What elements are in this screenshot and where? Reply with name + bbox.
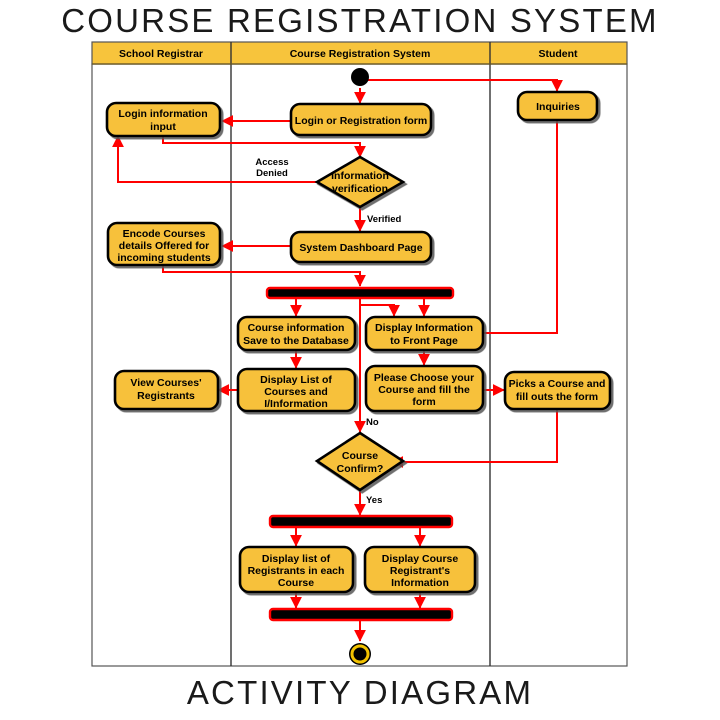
lane-label-school-registrar: School Registrar (119, 48, 203, 60)
node-label-encode-courses-2: details Offered for (119, 240, 209, 252)
node-label-login-information-input-2: input (150, 121, 176, 133)
node-label-login-information-input-1: Login information (118, 108, 207, 120)
node-label-inquiries: Inquiries (536, 101, 580, 113)
node-label-display-list-registrants-3: Course (278, 577, 314, 589)
node-label-display-registrant-info-2: Registrant's (390, 565, 450, 577)
node-label-view-registrants-1: View Courses' (130, 377, 201, 389)
guard-verified: Verified (367, 214, 402, 225)
node-label-picks-course-1: Picks a Course and (509, 378, 606, 390)
node-label-picks-course-2: fill outs the form (516, 391, 598, 403)
node-label-login-or-registration-form: Login or Registration form (295, 115, 427, 127)
node-label-encode-courses-1: Encode Courses (123, 228, 206, 240)
join-bar (268, 607, 454, 622)
guard-yes: Yes (366, 495, 382, 506)
node-login-or-registration-form[interactable]: Login or Registration form (289, 102, 433, 137)
node-display-list-registrants-each-course[interactable]: Display list of Registrants in each Cour… (238, 545, 355, 594)
node-course-information-save[interactable]: Course information Save to the Database (236, 315, 357, 352)
node-label-course-confirm-2: Confirm? (337, 463, 384, 475)
node-label-display-registrant-info-3: Information (391, 577, 449, 589)
node-display-information-front-page[interactable]: Display Information to Front Page (364, 315, 485, 352)
guard-access-denied-1: Access (255, 157, 288, 168)
node-display-course-registrant-information[interactable]: Display Course Registrant's Information (363, 545, 477, 594)
node-label-view-registrants-2: Registrants (137, 390, 195, 402)
node-label-information-verification-2: verification (332, 183, 388, 195)
lane-header-school-registrar: School Registrar (119, 48, 203, 60)
node-label-please-choose-2: Course and fill the (378, 384, 470, 396)
node-label-display-list-registrants-2: Registrants in each (248, 565, 345, 577)
lane-label-course-registration-system: Course Registration System (290, 48, 431, 60)
node-login-information-input[interactable]: Login information input (105, 101, 222, 138)
node-system-dashboard-page[interactable]: System Dashboard Page (289, 230, 433, 264)
node-label-course-confirm-1: Course (342, 450, 378, 462)
node-label-display-list-courses-1: Display List of (260, 374, 332, 386)
lane-header-student: Student (538, 48, 578, 60)
node-label-system-dashboard-page: System Dashboard Page (299, 242, 422, 254)
node-picks-a-course[interactable]: Picks a Course and fill outs the form (503, 370, 612, 411)
node-label-please-choose-1: Please Choose your (374, 372, 474, 384)
node-label-please-choose-3: form (412, 396, 435, 408)
node-label-display-registrant-info-1: Display Course (382, 553, 459, 565)
node-label-display-info-front-1: Display Information (375, 322, 473, 334)
node-inquiries[interactable]: Inquiries (516, 90, 599, 122)
node-label-display-list-courses-2: Courses and (264, 386, 328, 398)
node-label-course-info-save-2: Save to the Database (243, 335, 349, 347)
node-display-list-of-courses[interactable]: Display List of Courses and I/Informatio… (236, 367, 357, 413)
start-node (351, 68, 369, 86)
diagram-canvas: S S School Registrar Course Registration… (0, 0, 720, 720)
node-label-course-info-save-1: Course information (248, 322, 345, 334)
node-label-display-info-front-2: to Front Page (390, 335, 458, 347)
activity-diagram-page: COURSE REGISTRATION SYSTEM ACTIVITY DIAG… (0, 0, 720, 720)
fork-bar-2 (268, 514, 454, 529)
guard-access-denied-2: Denied (256, 168, 288, 179)
fork-bar-1 (265, 286, 455, 300)
lane-label-student: Student (538, 48, 578, 60)
node-label-encode-courses-3: incoming students (117, 252, 210, 264)
end-node (349, 643, 371, 665)
node-label-display-list-courses-3: I/Information (264, 398, 328, 410)
node-please-choose-your-course[interactable]: Please Choose your Course and fill the f… (364, 364, 485, 413)
node-label-information-verification-1: Information (331, 170, 389, 182)
guard-no: No (366, 417, 379, 428)
lane-header-course-registration-system: Course Registration System (290, 48, 431, 60)
node-view-courses-registrants[interactable]: View Courses' Registrants (113, 369, 220, 411)
node-encode-courses-details[interactable]: Encode Courses details Offered for incom… (106, 221, 222, 267)
node-label-display-list-registrants-1: Display list of (262, 553, 331, 565)
